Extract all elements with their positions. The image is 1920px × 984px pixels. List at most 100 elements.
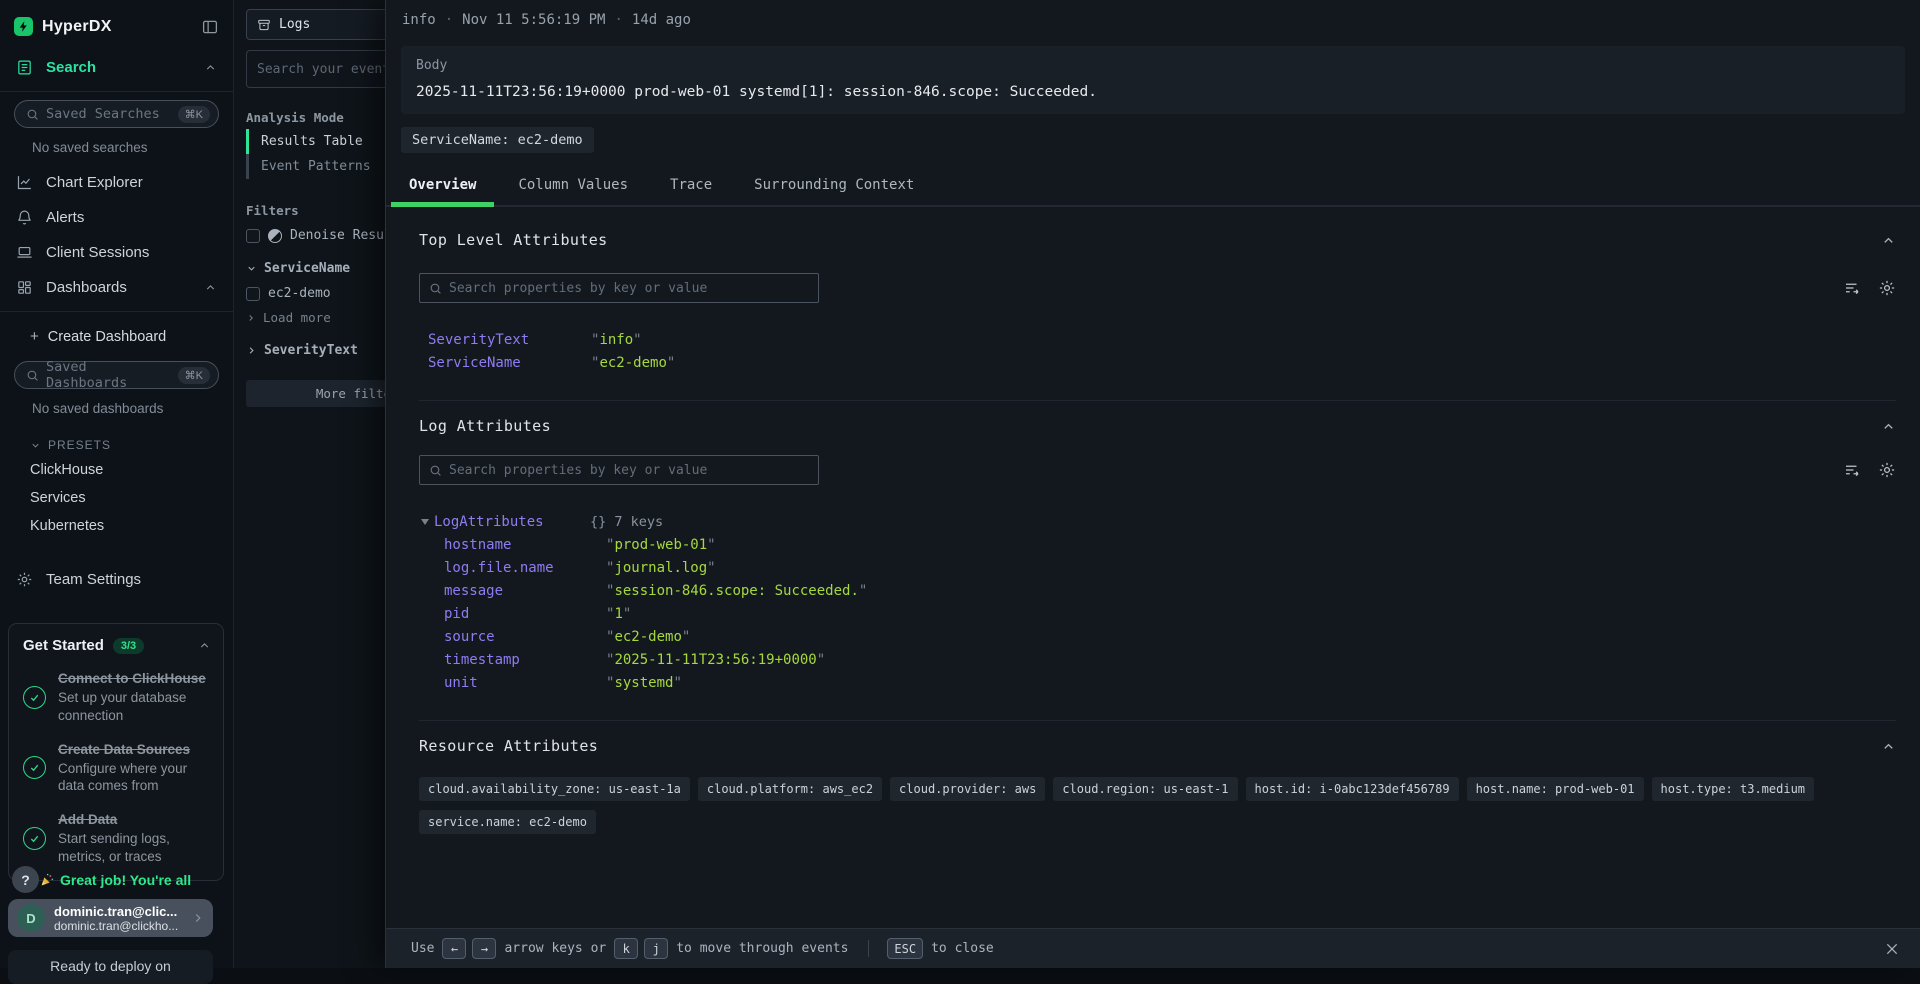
resource-attribute-tag[interactable]: host.type: t3.medium xyxy=(1652,777,1815,801)
chart-icon xyxy=(16,174,33,191)
sidebar-item-search[interactable]: Search xyxy=(0,50,233,85)
resource-attribute-tag[interactable]: cloud.region: us-east-1 xyxy=(1053,777,1237,801)
attribute-key[interactable]: unit xyxy=(444,675,606,691)
attribute-row: pid"1" xyxy=(419,602,1896,625)
sidebar-item-client-sessions[interactable]: Client Sessions xyxy=(0,235,233,270)
attribute-key[interactable]: pid xyxy=(444,606,606,622)
property-search-input[interactable] xyxy=(449,281,809,296)
resource-attribute-tag[interactable]: host.id: i-0abc123def456789 xyxy=(1246,777,1459,801)
mode-results-table[interactable]: Results Table xyxy=(246,129,385,154)
events-search-box[interactable] xyxy=(246,50,385,88)
attribute-key[interactable]: source xyxy=(444,629,606,645)
attribute-row: ServiceName"ec2-demo" xyxy=(419,351,1896,374)
checkbox[interactable] xyxy=(246,287,260,301)
attribute-value[interactable]: "journal.log" xyxy=(606,560,716,576)
attribute-value[interactable]: "session-846.scope: Succeeded." xyxy=(606,583,867,599)
gear-icon[interactable] xyxy=(1878,279,1896,297)
attribute-value[interactable]: "ec2-demo" xyxy=(591,355,675,371)
tab-surrounding-context[interactable]: Surrounding Context xyxy=(736,168,932,205)
property-search-box[interactable] xyxy=(419,455,819,485)
denoise-results-option[interactable]: Denoise Results xyxy=(246,228,385,243)
user-menu[interactable]: D dominic.tran@clic... dominic.tran@clic… xyxy=(8,899,213,937)
facet-servicename-header[interactable]: ServiceName xyxy=(246,261,385,276)
attribute-key[interactable]: hostname xyxy=(444,537,606,553)
chevron-up-icon[interactable] xyxy=(1881,233,1896,248)
property-search-input[interactable] xyxy=(449,463,809,478)
panel-footer: Use ← → arrow keys or k j to move throug… xyxy=(386,928,1920,968)
attribute-value[interactable]: "ec2-demo" xyxy=(606,629,690,645)
resource-attribute-tag[interactable]: cloud.platform: aws_ec2 xyxy=(698,777,882,801)
body-text: 2025-11-11T23:56:19+0000 prod-web-01 sys… xyxy=(416,84,1890,100)
help-button[interactable]: ? xyxy=(12,866,39,893)
resource-attribute-tag[interactable]: cloud.availability_zone: us-east-1a xyxy=(419,777,690,801)
saved-dashboards-placeholder: Saved Dashboards xyxy=(46,359,171,391)
service-name-tag[interactable]: ServiceName: ec2-demo xyxy=(401,127,594,153)
section-title: Resource Attributes xyxy=(419,737,598,755)
attribute-key[interactable]: ServiceName xyxy=(428,355,591,371)
body-card: Body 2025-11-11T23:56:19+0000 prod-web-0… xyxy=(401,46,1905,114)
facet-option-ec2-demo[interactable]: ec2-demo xyxy=(246,286,385,301)
deploy-banner[interactable]: Ready to deploy on xyxy=(8,950,213,984)
get-started-header[interactable]: Get Started 3/3 xyxy=(23,637,211,654)
chevron-up-icon[interactable] xyxy=(1881,419,1896,434)
filter-lines-icon[interactable] xyxy=(1843,279,1861,297)
chevron-up-icon[interactable] xyxy=(1881,739,1896,754)
close-icon[interactable] xyxy=(1884,941,1900,957)
tab-overview[interactable]: Overview xyxy=(391,168,494,205)
preset-services[interactable]: Services xyxy=(0,484,233,512)
events-search-input[interactable] xyxy=(257,62,385,77)
load-more-button[interactable]: Load more xyxy=(246,310,385,325)
saved-searches-input[interactable]: Saved Searches ⌘K xyxy=(14,100,219,128)
attribute-value[interactable]: "1" xyxy=(606,606,631,622)
facet-label: ServiceName xyxy=(264,261,350,276)
sidebar-item-dashboards[interactable]: Dashboards xyxy=(0,270,233,305)
sidebar-item-chart-explorer[interactable]: Chart Explorer xyxy=(0,165,233,200)
attribute-key[interactable]: message xyxy=(444,583,606,599)
resource-attribute-tag[interactable]: cloud.provider: aws xyxy=(890,777,1045,801)
presets-toggle[interactable]: PRESETS xyxy=(0,426,233,456)
collapse-triangle-icon[interactable] xyxy=(421,519,429,525)
attribute-key[interactable]: SeverityText xyxy=(428,332,591,348)
attribute-row: SeverityText"info" xyxy=(419,328,1896,351)
get-started-step: Create Data Sources Configure where your… xyxy=(23,741,211,796)
section-top-level-attributes: Top Level Attributes xyxy=(386,231,1920,401)
create-dashboard-button[interactable]: + Create Dashboard xyxy=(0,318,233,353)
kbd-arrow-right: → xyxy=(472,938,496,959)
attribute-value[interactable]: "systemd" xyxy=(606,675,682,691)
congrats-banner: Great job! You're all xyxy=(39,872,221,888)
tab-trace[interactable]: Trace xyxy=(652,168,730,205)
more-filters-button[interactable]: More filters xyxy=(246,380,385,407)
preset-kubernetes[interactable]: Kubernetes xyxy=(0,512,233,540)
collapse-sidebar-icon[interactable] xyxy=(201,18,219,36)
attribute-key[interactable]: log.file.name xyxy=(444,560,606,576)
facet-severitytext-header[interactable]: SeverityText xyxy=(246,343,385,358)
search-icon xyxy=(26,369,39,382)
step-description: Set up your database connection xyxy=(58,689,211,725)
checkbox[interactable] xyxy=(246,229,260,243)
attribute-value[interactable]: "prod-web-01" xyxy=(606,537,716,553)
attribute-key[interactable]: timestamp xyxy=(444,652,606,668)
sidebar-item-alerts[interactable]: Alerts xyxy=(0,200,233,235)
resource-attribute-tag[interactable]: host.name: prod-web-01 xyxy=(1467,777,1644,801)
sidebar-item-label: Client Sessions xyxy=(46,244,149,261)
property-search-box[interactable] xyxy=(419,273,819,303)
filter-lines-icon[interactable] xyxy=(1843,461,1861,479)
preset-clickhouse[interactable]: ClickHouse xyxy=(0,456,233,484)
attribute-key[interactable]: LogAttributes xyxy=(434,514,590,530)
search-icon xyxy=(26,108,39,121)
source-selector-button[interactable]: Logs xyxy=(246,9,385,40)
saved-dashboards-input[interactable]: Saved Dashboards ⌘K xyxy=(14,361,219,389)
mode-event-patterns[interactable]: Event Patterns xyxy=(246,154,385,179)
check-circle-icon xyxy=(23,827,46,850)
sidebar-item-team-settings[interactable]: Team Settings xyxy=(0,562,233,597)
detail-tabs: Overview Column Values Trace Surrounding… xyxy=(386,168,1920,207)
gear-icon[interactable] xyxy=(1878,461,1896,479)
tab-column-values[interactable]: Column Values xyxy=(500,168,646,205)
resource-attribute-tag[interactable]: service.name: ec2-demo xyxy=(419,810,596,834)
sidebar: HyperDX Search Saved Searches ⌘K No save… xyxy=(0,0,233,968)
progress-badge: 3/3 xyxy=(113,638,144,654)
attribute-value[interactable]: "info" xyxy=(591,332,642,348)
attribute-value[interactable]: "2025-11-11T23:56:19+0000" xyxy=(606,652,825,668)
step-description: Start sending logs, metrics, or traces xyxy=(58,830,211,866)
tree-root-row[interactable]: LogAttributes {} 7 keys xyxy=(419,510,1896,533)
